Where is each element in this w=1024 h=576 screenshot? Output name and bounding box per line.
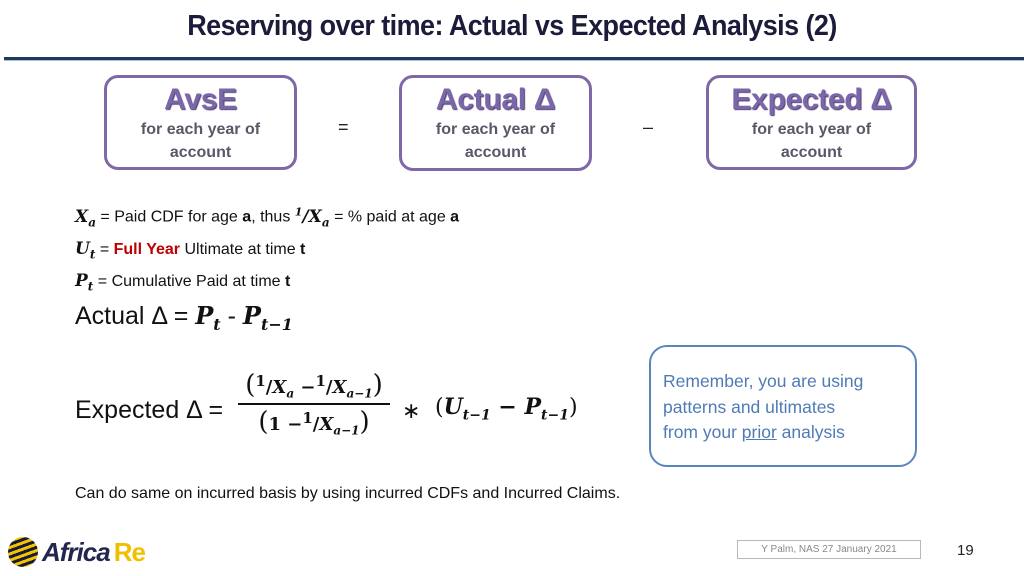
avse-box: AvsE for each year of account [104, 75, 297, 170]
logo-text-africa: Africa [42, 536, 111, 567]
title-divider-highlight [4, 60, 1024, 61]
expected-formula-label: Expected Δ = [75, 396, 224, 424]
definition-u: Ut = Full Year Ultimate at time t [75, 236, 459, 268]
definition-x: Xa = Paid CDF for age a, thus 1/Xa = % p… [75, 198, 459, 236]
symbol-u: Ut [75, 239, 96, 262]
actual-formula-label: Actual Δ = [75, 302, 196, 330]
inverse-x-fraction: 1/Xa [294, 205, 330, 230]
multiply-operator: ∗ [402, 398, 421, 423]
def-u-bold: t [300, 241, 306, 259]
reminder-line-2: patterns and ultimates [663, 396, 836, 417]
avse-box-title: AvsE [164, 83, 237, 116]
actual-minus: - [220, 302, 243, 330]
page-number: 19 [957, 542, 974, 559]
reminder-line-1: Remember, you are using [663, 371, 864, 391]
footer-credit: Y Palm, NAS 27 January 2021 [737, 540, 921, 559]
actual-term-2: Pt−1 [242, 301, 293, 334]
globe-icon [8, 537, 38, 567]
def-x-bold: a [242, 208, 252, 226]
actual-delta-box-subtitle-2: account [464, 144, 527, 161]
incurred-basis-note: Can do same on incurred basis by using i… [75, 485, 621, 502]
ultimate-minus-paid-term: (Ut−1 − Pt−1) [435, 394, 578, 424]
expected-delta-box-title: Expected Δ [731, 83, 892, 116]
actual-delta-box-title: Actual Δ [435, 83, 556, 116]
africa-re-logo: Africa Re [8, 536, 146, 568]
actual-delta-box: Actual Δ for each year of account [399, 75, 592, 171]
def-p-text: = Cumulative Paid at time [93, 273, 285, 291]
expected-delta-box-subtitle-1: for each year of [751, 121, 872, 138]
expected-fraction: (1/Xa −1/Xa−1) (1 −1/Xa−1) [238, 370, 390, 437]
def-x-text3: = % paid at age [329, 208, 451, 226]
logo-text-re: Re [113, 536, 146, 567]
def-x-text: = Paid CDF for age [95, 208, 243, 226]
actual-delta-box-subtitle-1: for each year of [435, 121, 556, 138]
minus-operator: – [643, 117, 654, 137]
symbol-x: Xa [75, 206, 96, 230]
definitions: Xa = Paid CDF for age a, thus 1/Xa = % p… [75, 198, 459, 301]
expected-delta-box-subtitle-2: account [780, 144, 843, 161]
symbol-p: Pt [75, 271, 94, 294]
prior-underlined: prior [741, 422, 777, 442]
expected-delta-box: Expected Δ for each year of account [706, 75, 917, 170]
def-x-bold2: a [450, 208, 460, 226]
def-u-text: = [95, 241, 114, 259]
avse-box-subtitle-2: account [169, 144, 232, 161]
actual-delta-formula: Actual Δ = Pt - Pt−1 [75, 301, 293, 334]
equals-operator: = [338, 117, 349, 137]
avse-box-subtitle-1: for each year of [140, 121, 261, 138]
definition-p: Pt = Cumulative Paid at time t [75, 268, 459, 300]
reminder-line-3: from your prior analysis [663, 422, 845, 442]
fraction-numerator: (1/Xa −1/Xa−1) [245, 370, 383, 401]
fraction-denominator: (1 −1/Xa−1) [258, 406, 370, 438]
full-year-highlight: Full Year [113, 241, 181, 259]
def-x-text2: , thus [251, 208, 295, 226]
fraction-bar [238, 402, 390, 405]
reminder-callout: Remember, you are using patterns and ult… [649, 345, 917, 467]
slide-title: Reserving over time: Actual vs Expected … [187, 10, 837, 42]
def-u-text2: Ultimate at time [180, 241, 301, 259]
def-p-bold: t [284, 273, 291, 291]
actual-term-1: Pt [195, 301, 221, 334]
